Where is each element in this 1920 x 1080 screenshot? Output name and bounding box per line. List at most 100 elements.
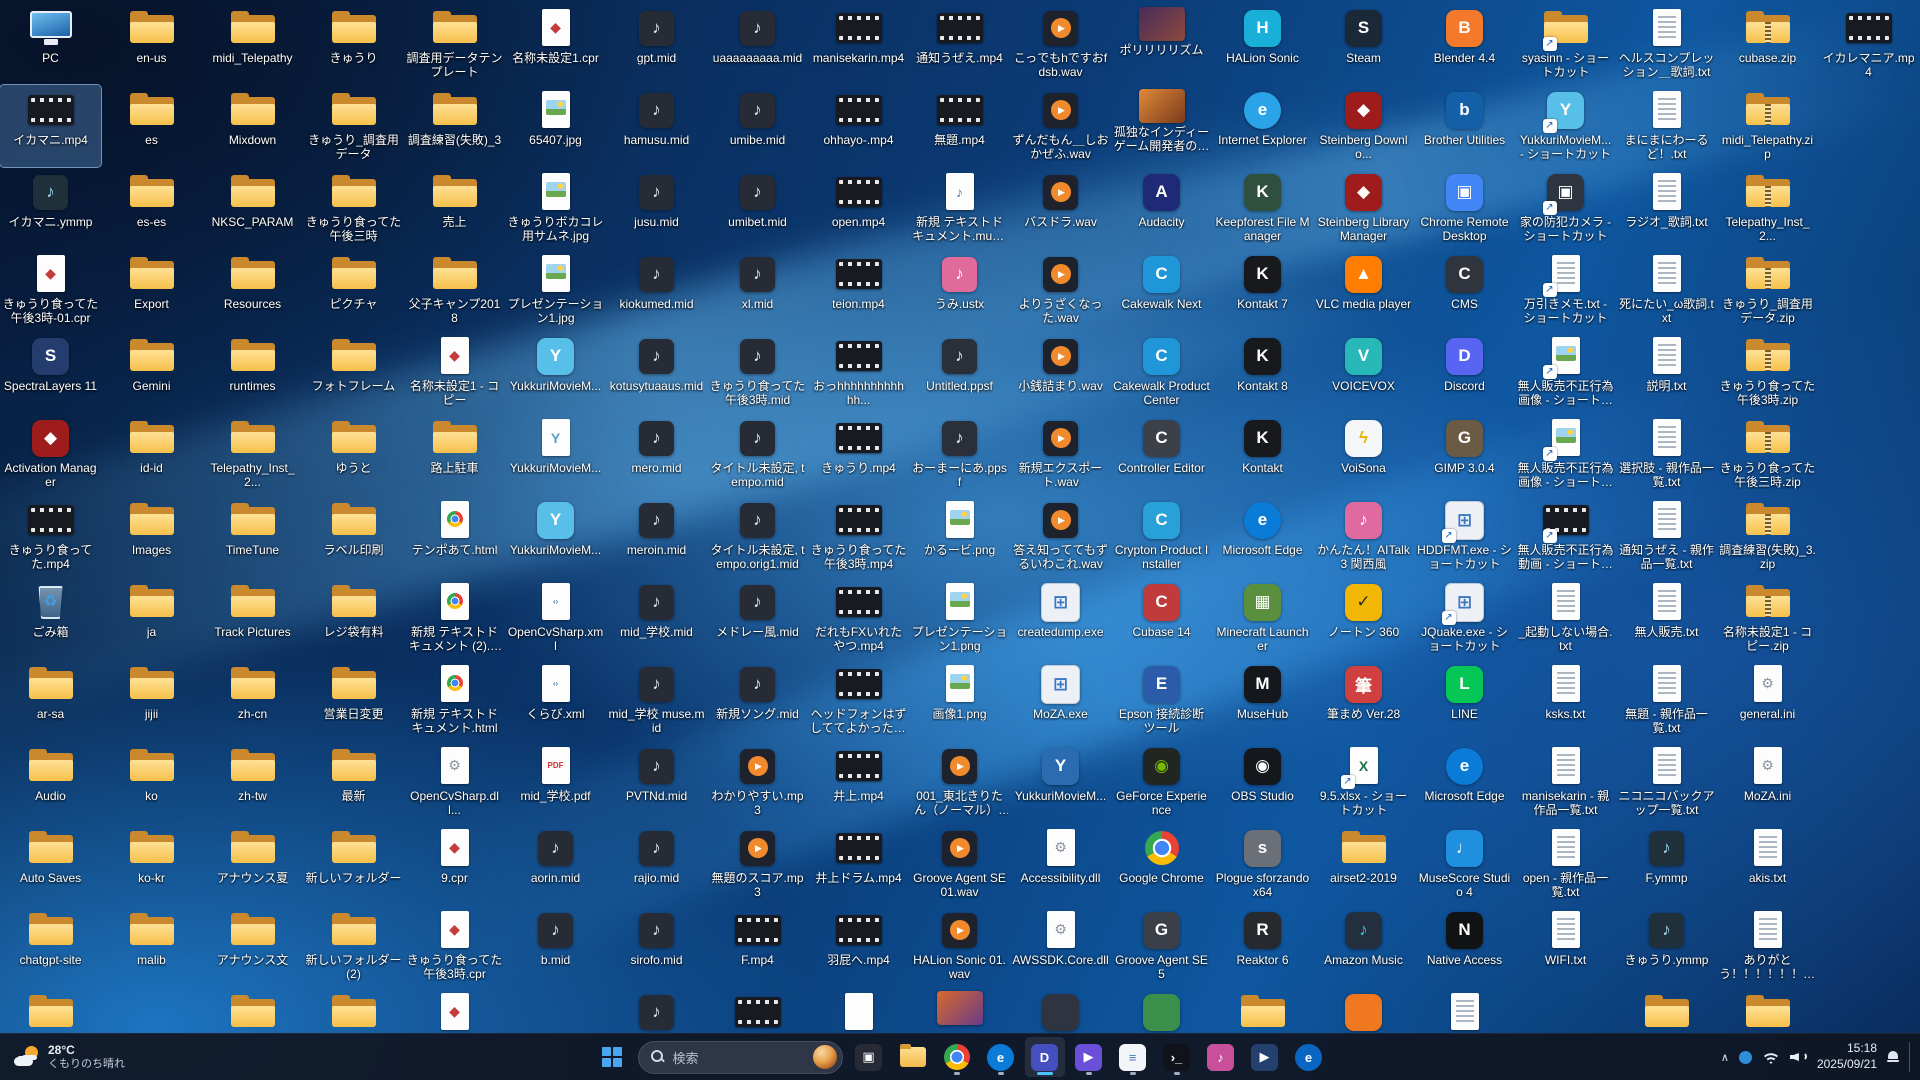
chrome-taskbar-button[interactable]	[937, 1037, 977, 1077]
desktop-icon[interactable]: ニコニコバックアップ一覧.txt	[1616, 741, 1717, 823]
desktop-icon[interactable]: 路上駐車	[404, 413, 505, 495]
desktop-icon[interactable]: ラジオ_歌詞.txt	[1616, 167, 1717, 249]
desktop-icon[interactable]: CCubase 14	[1111, 577, 1212, 659]
desktop-icon[interactable]: 画像1.png	[909, 659, 1010, 741]
desktop-icon[interactable]: ⊞createdump.exe	[1010, 577, 1111, 659]
desktop-icon[interactable]: 筆筆まめ Ver.28	[1313, 659, 1414, 741]
desktop-icon[interactable]: 名称未設定1 - コピー.zip	[1717, 577, 1818, 659]
desktop-icon[interactable]: ♪kiokumed.mid	[606, 249, 707, 331]
desktop-icon[interactable]: ja	[101, 577, 202, 659]
desktop-icon[interactable]: ◆Steinberg Downlo...	[1313, 85, 1414, 167]
desktop-icon[interactable]: Gemini	[101, 331, 202, 413]
desktop-icon[interactable]: ♪b.mid	[505, 905, 606, 987]
desktop-icon[interactable]: ヘルスコンプレッション＿歌詞.txt	[1616, 3, 1717, 85]
desktop-icon[interactable]: open.mp4	[808, 167, 909, 249]
desktop-icon[interactable]: CCMS	[1414, 249, 1515, 331]
desktop-icon[interactable]: テンポあて.html	[404, 495, 505, 577]
desktop-icon[interactable]: ◉OBS Studio	[1212, 741, 1313, 823]
desktop-icon[interactable]: まにまにわーるど！.txt	[1616, 85, 1717, 167]
desktop-icon[interactable]: ♪イカマニ.ymmp	[0, 167, 101, 249]
desktop-icon[interactable]: ▶無題のスコア.mp3	[707, 823, 808, 905]
desktop-icon[interactable]: ヘッドフォンはずしててよかった.mp4	[808, 659, 909, 741]
desktop-icon[interactable]: ▲VLC media player	[1313, 249, 1414, 331]
desktop-icon[interactable]: MMuseHub	[1212, 659, 1313, 741]
desktop-icon[interactable]: YYukkuriMovieM...	[505, 413, 606, 495]
desktop-icon[interactable]: ⊞↗JQuake.exe - ショートカット	[1414, 577, 1515, 659]
desktop-icon[interactable]: sPlogue sforzando x64	[1212, 823, 1313, 905]
desktop-icon[interactable]: zh-tw	[202, 741, 303, 823]
desktop-icon[interactable]: きゅうり食ってた午後三時.zip	[1717, 413, 1818, 495]
edge-taskbar-button[interactable]: e	[981, 1037, 1021, 1077]
desktop-icon[interactable]: ko-kr	[101, 823, 202, 905]
desktop-icon[interactable]: ▶小銭詰まり.wav	[1010, 331, 1111, 413]
desktop-icon[interactable]: プレゼンテーション1.png	[909, 577, 1010, 659]
desktop-icon[interactable]: DDiscord	[1414, 331, 1515, 413]
desktop-icon[interactable]: YYukkuriMovieM...	[1010, 741, 1111, 823]
desktop-icon[interactable]: おっhhhhhhhhhhhh...	[808, 331, 909, 413]
desktop-icon[interactable]: manisekarin - 親作品一覧.txt	[1515, 741, 1616, 823]
desktop-icon[interactable]: Auto Saves	[0, 823, 101, 905]
desktop-icon[interactable]: 新しいフォルダー (2)	[303, 905, 404, 987]
desktop-icon[interactable]: きゅうり_調査用データ	[303, 85, 404, 167]
desktop-icon[interactable]: VVOICEVOX	[1313, 331, 1414, 413]
desktop-icon[interactable]: NNative Access	[1414, 905, 1515, 987]
desktop-icon[interactable]: ♩MuseScore Studio 4	[1414, 823, 1515, 905]
desktop-icon[interactable]: 調査練習(失敗)_3	[404, 85, 505, 167]
desktop-icon[interactable]: jijii	[101, 659, 202, 741]
desktop-icon[interactable]: LLINE	[1414, 659, 1515, 741]
desktop-icon[interactable]: BBlender 4.4	[1414, 3, 1515, 85]
desktop-icon[interactable]: KKontakt 8	[1212, 331, 1313, 413]
desktop-icon[interactable]: zh-cn	[202, 659, 303, 741]
desktop-icon[interactable]: ⚙Accessibility.dll	[1010, 823, 1111, 905]
desktop-icon[interactable]: ♪umibe.mid	[707, 85, 808, 167]
desktop-icon[interactable]: きゅうり_調査用データ.zip	[1717, 249, 1818, 331]
desktop-icon[interactable]: ◆Steinberg Library Manager	[1313, 167, 1414, 249]
desktop-icon[interactable]: 井上ドラム.mp4	[808, 823, 909, 905]
desktop-icon[interactable]: ↗無人販売不正行為動画 - ショートカット	[1515, 495, 1616, 577]
desktop-icon[interactable]: ◉GeForce Experience	[1111, 741, 1212, 823]
desktop-icon[interactable]: きゅうり.mp4	[808, 413, 909, 495]
weather-widget[interactable]: 28°C くもりのち晴れ	[6, 1037, 133, 1077]
desktop-icon[interactable]: イカマニ.mp4	[0, 85, 101, 167]
desktop-icon[interactable]: プレゼンテーション1.jpg	[505, 249, 606, 331]
desktop-icon[interactable]: ◆きゅうり食ってた午後3時.cpr	[404, 905, 505, 987]
screen-recorder-taskbar-button[interactable]: ▣	[849, 1037, 889, 1077]
desktop-icon[interactable]: ↗無人販売不正行為画像 - ショートカット	[1515, 413, 1616, 495]
desktop-icon[interactable]: ▶新規エクスポート.wav	[1010, 413, 1111, 495]
desktop-icon[interactable]: ◆名称未設定1.cpr	[505, 3, 606, 85]
desktop-icon[interactable]: CCakewalk Product Center	[1111, 331, 1212, 413]
desktop-icon[interactable]: ⚙OpenCvSharp.dll...	[404, 741, 505, 823]
desktop-icon[interactable]: teion.mp4	[808, 249, 909, 331]
desktop-icon[interactable]: 孤独なインディーゲーム開発者の一生...	[1111, 85, 1212, 167]
desktop-icon[interactable]	[1212, 987, 1313, 1034]
desktop-icon[interactable]: ▶よりうざくなった.wav	[1010, 249, 1111, 331]
desktop-icon[interactable]: 新規 テキストドキュメント.html	[404, 659, 505, 741]
volume-icon[interactable]	[1790, 1050, 1807, 1064]
desktop-icon[interactable]: 調査用データテンプレート	[404, 3, 505, 85]
desktop-icon[interactable]: es	[101, 85, 202, 167]
desktop-icon[interactable]: manisekarin.mp4	[808, 3, 909, 85]
desktop-icon[interactable]: ohhayo-.mp4	[808, 85, 909, 167]
desktop-icon[interactable]: 営業日変更	[303, 659, 404, 741]
desktop-icon[interactable]	[1616, 987, 1717, 1034]
desktop-icon[interactable]: ♪mero.mid	[606, 413, 707, 495]
desktop-icon[interactable]: chatgpt-site	[0, 905, 101, 987]
desktop-icon[interactable]: ⚙AWSSDK.Core.dll	[1010, 905, 1111, 987]
desktop-icon[interactable]: ♪kotusytuaaus.mid	[606, 331, 707, 413]
desktop-icon[interactable]: ♪jusu.mid	[606, 167, 707, 249]
desktop-icon[interactable]: Audio	[0, 741, 101, 823]
desktop-icon[interactable]: open - 親作品一覧.txt	[1515, 823, 1616, 905]
desktop-icon[interactable]: SSteam	[1313, 3, 1414, 85]
desktop-icon[interactable]: ♪きゅうり.ymmp	[1616, 905, 1717, 987]
desktop-icon[interactable]: ksks.txt	[1515, 659, 1616, 741]
desktop-icon[interactable]	[202, 987, 303, 1034]
desktop-icon[interactable]: 売上	[404, 167, 505, 249]
desktop-icon[interactable]: NKSC_PARAM	[202, 167, 303, 249]
desktop-icon[interactable]: WIFI.txt	[1515, 905, 1616, 987]
desktop-icon[interactable]: 通知うぜえ.mp4	[909, 3, 1010, 85]
desktop-icon[interactable]: Resources	[202, 249, 303, 331]
video-editor-taskbar-button[interactable]: ▶	[1245, 1037, 1285, 1077]
desktop-icon[interactable]: 65407.jpg	[505, 85, 606, 167]
desktop-icon[interactable]: ゆうと	[303, 413, 404, 495]
desktop-icon[interactable]: ポリリリリズム	[1111, 3, 1212, 85]
